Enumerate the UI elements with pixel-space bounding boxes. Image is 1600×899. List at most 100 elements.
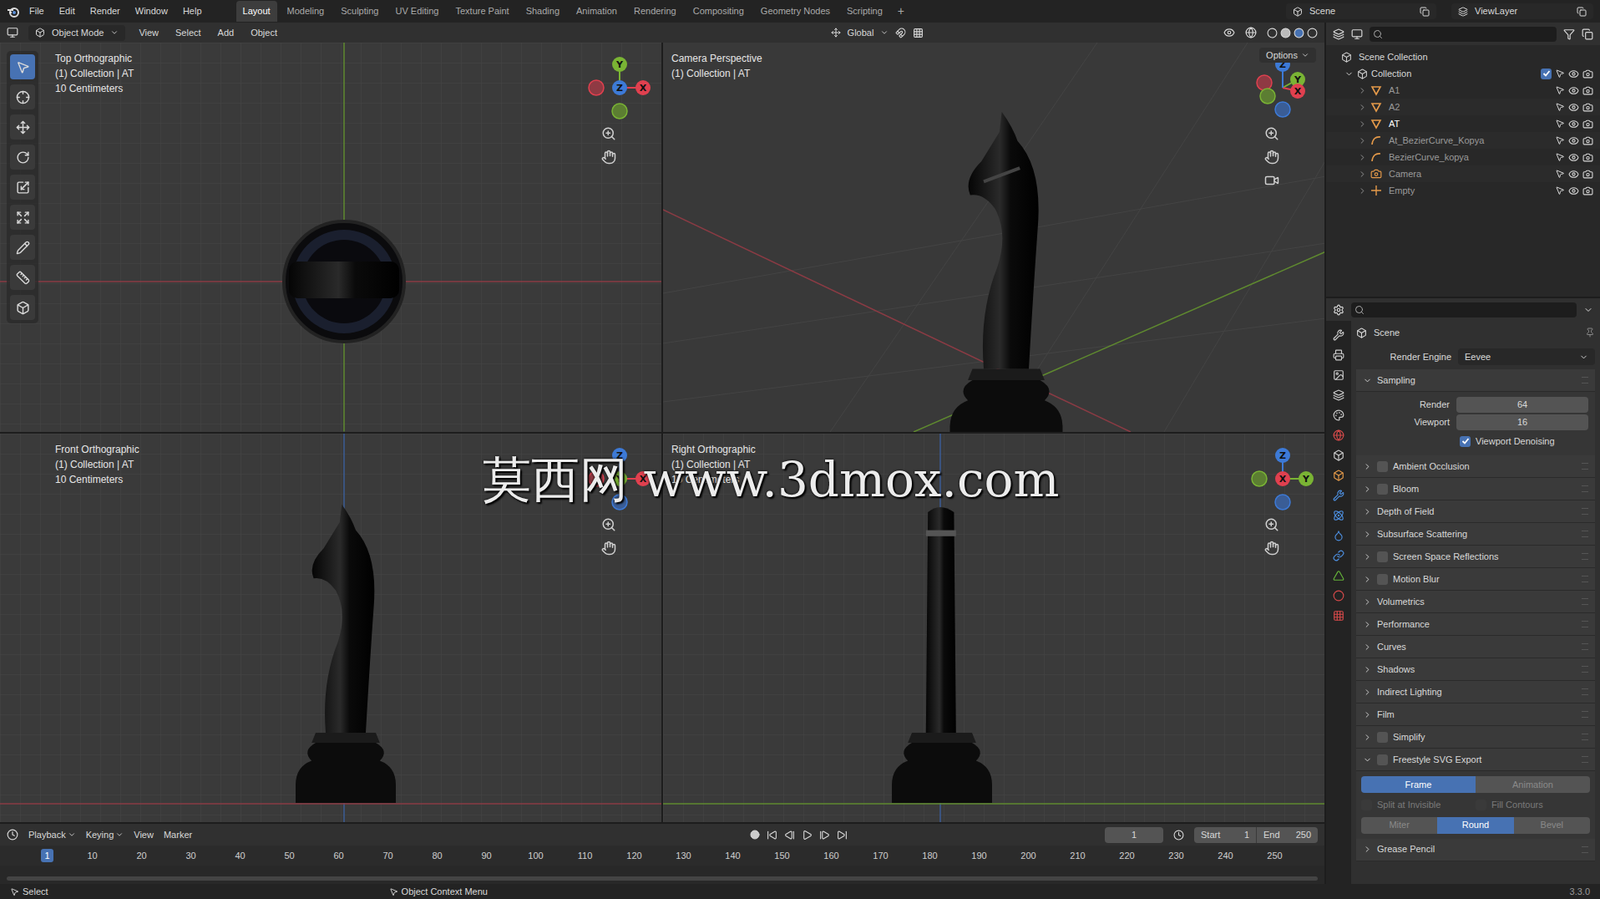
- properties-tab-icon[interactable]: [1332, 549, 1345, 562]
- timeline-scrollbar[interactable]: [6, 875, 1318, 881]
- panel-header[interactable]: Screen Space Reflections: [1356, 545, 1595, 568]
- pin-icon[interactable]: [1584, 327, 1595, 338]
- play-icon[interactable]: [801, 829, 813, 841]
- panel-header[interactable]: Freestyle SVG Export: [1356, 748, 1595, 771]
- navigation-gizmo-icon[interactable]: XYZ: [1247, 443, 1318, 514]
- panel-header[interactable]: Performance: [1356, 612, 1595, 636]
- segment-button[interactable]: Round: [1437, 816, 1514, 834]
- drag-handle-icon[interactable]: [1581, 485, 1589, 492]
- panel-header[interactable]: Curves: [1356, 635, 1595, 659]
- checkbox-row[interactable]: Viewport Denoising: [1356, 431, 1595, 451]
- render-visibility-icon[interactable]: [1582, 135, 1594, 147]
- record-icon[interactable]: [749, 829, 760, 840]
- drag-handle-icon[interactable]: [1581, 530, 1589, 537]
- render-engine-dropdown[interactable]: Eevee: [1458, 348, 1595, 365]
- checkbox[interactable]: [1377, 551, 1388, 563]
- navigation-gizmo-icon[interactable]: YXZ: [1247, 52, 1318, 123]
- snap-grid-icon[interactable]: [912, 27, 924, 39]
- outliner-row[interactable]: Camera: [1326, 165, 1600, 183]
- render-visibility-icon[interactable]: [1582, 68, 1594, 80]
- preview-range-icon[interactable]: [1173, 829, 1185, 841]
- menu-item[interactable]: Render: [84, 4, 127, 19]
- pan-hand-icon[interactable]: [601, 540, 617, 556]
- timeline-menu[interactable]: Marker: [163, 827, 193, 842]
- visibility-icon[interactable]: [1568, 68, 1580, 80]
- editor-type-icon[interactable]: [6, 26, 19, 39]
- orientation-dropdown[interactable]: Global: [824, 25, 932, 41]
- selectable-icon[interactable]: [1554, 118, 1565, 129]
- solid-icon[interactable]: [1280, 27, 1292, 39]
- render-visibility-icon[interactable]: [1582, 85, 1594, 97]
- outliner-row[interactable]: A1: [1326, 81, 1600, 99]
- blender-logo-icon[interactable]: [6, 5, 21, 19]
- drag-handle-icon[interactable]: [1581, 665, 1589, 673]
- properties-tab-icon[interactable]: [1332, 469, 1345, 482]
- editor-type-icon[interactable]: [6, 828, 19, 841]
- properties-search[interactable]: [1351, 302, 1577, 318]
- selectable-icon[interactable]: [1554, 185, 1565, 196]
- segment-button[interactable]: Animation: [1475, 775, 1590, 793]
- drag-handle-icon[interactable]: [1581, 688, 1589, 695]
- properties-tab-icon[interactable]: [1332, 569, 1345, 582]
- timeline-menu[interactable]: Playback: [28, 827, 76, 842]
- viewport-menu[interactable]: View: [135, 25, 163, 41]
- checkbox[interactable]: [1377, 754, 1388, 765]
- selectable-icon[interactable]: [1554, 68, 1565, 79]
- outliner-row[interactable]: At_BezierCurve_Kopya: [1326, 131, 1600, 149]
- filter-icon[interactable]: [1563, 28, 1575, 41]
- outliner-search[interactable]: [1369, 26, 1557, 42]
- zoom-icon[interactable]: [1264, 516, 1280, 532]
- viewport-menu[interactable]: Object: [247, 25, 281, 41]
- pan-hand-icon[interactable]: [1264, 540, 1280, 556]
- pan-hand-icon[interactable]: [1264, 149, 1280, 165]
- drag-handle-icon[interactable]: [1581, 376, 1589, 384]
- visibility-icon[interactable]: [1223, 26, 1236, 39]
- properties-tab-icon[interactable]: [1332, 509, 1345, 522]
- properties-tab-icon[interactable]: [1332, 369, 1345, 381]
- drag-handle-icon[interactable]: [1581, 755, 1589, 763]
- drag-handle-icon[interactable]: [1581, 462, 1589, 470]
- panel-header[interactable]: Simplify: [1356, 725, 1595, 749]
- selectable-icon[interactable]: [1554, 151, 1565, 163]
- render-visibility-icon[interactable]: [1582, 151, 1594, 163]
- properties-tab-icon[interactable]: [1332, 349, 1345, 361]
- workspace-tab[interactable]: Compositing: [686, 0, 751, 22]
- segment-button[interactable]: Bevel: [1513, 816, 1590, 834]
- selectable-icon[interactable]: [1554, 168, 1565, 179]
- panel-header[interactable]: Motion Blur: [1356, 567, 1595, 591]
- mode-dropdown[interactable]: Object Mode: [28, 25, 126, 41]
- editor-type-icon[interactable]: [1332, 28, 1345, 41]
- wireframe-icon[interactable]: [1266, 27, 1278, 39]
- number-field[interactable]: 64: [1456, 396, 1589, 413]
- properties-tab-icon[interactable]: [1332, 329, 1345, 341]
- timeline-menu[interactable]: View: [133, 827, 154, 842]
- expand-icon[interactable]: [1357, 86, 1368, 96]
- panel-header[interactable]: Shadows: [1356, 658, 1595, 681]
- tool-button[interactable]: [10, 264, 36, 290]
- timeline-menu[interactable]: Keying: [86, 827, 125, 842]
- number-field[interactable]: 16: [1456, 414, 1589, 431]
- panel-header[interactable]: Film: [1356, 703, 1595, 726]
- drag-handle-icon[interactable]: [1581, 575, 1589, 583]
- zoom-icon[interactable]: [601, 516, 617, 532]
- workspace-tab[interactable]: Animation: [569, 0, 624, 22]
- visibility-icon[interactable]: [1568, 101, 1580, 113]
- menu-item[interactable]: File: [23, 4, 51, 19]
- workspace-tab[interactable]: UV Editing: [388, 0, 446, 22]
- menu-item[interactable]: Window: [129, 4, 174, 19]
- outliner-row[interactable]: Collection: [1326, 65, 1600, 82]
- visibility-icon[interactable]: [1568, 185, 1580, 197]
- step-forward-icon[interactable]: [819, 829, 831, 841]
- workspace-tab[interactable]: Rendering: [627, 0, 684, 22]
- selectable-icon[interactable]: [1554, 135, 1565, 146]
- outliner-row[interactable]: BezierCurve_kopya: [1326, 148, 1600, 166]
- pan-hand-icon[interactable]: [601, 149, 617, 165]
- properties-tab-icon[interactable]: [1332, 429, 1345, 441]
- outliner-row[interactable]: AT: [1326, 115, 1600, 132]
- visibility-icon[interactable]: [1568, 151, 1580, 163]
- workspace-tab[interactable]: Texture Paint: [448, 0, 516, 22]
- outliner-row[interactable]: Empty: [1326, 182, 1600, 199]
- properties-tab-icon[interactable]: [1332, 529, 1345, 542]
- properties-tab-icon[interactable]: [1332, 389, 1345, 401]
- expand-icon[interactable]: [1357, 119, 1368, 129]
